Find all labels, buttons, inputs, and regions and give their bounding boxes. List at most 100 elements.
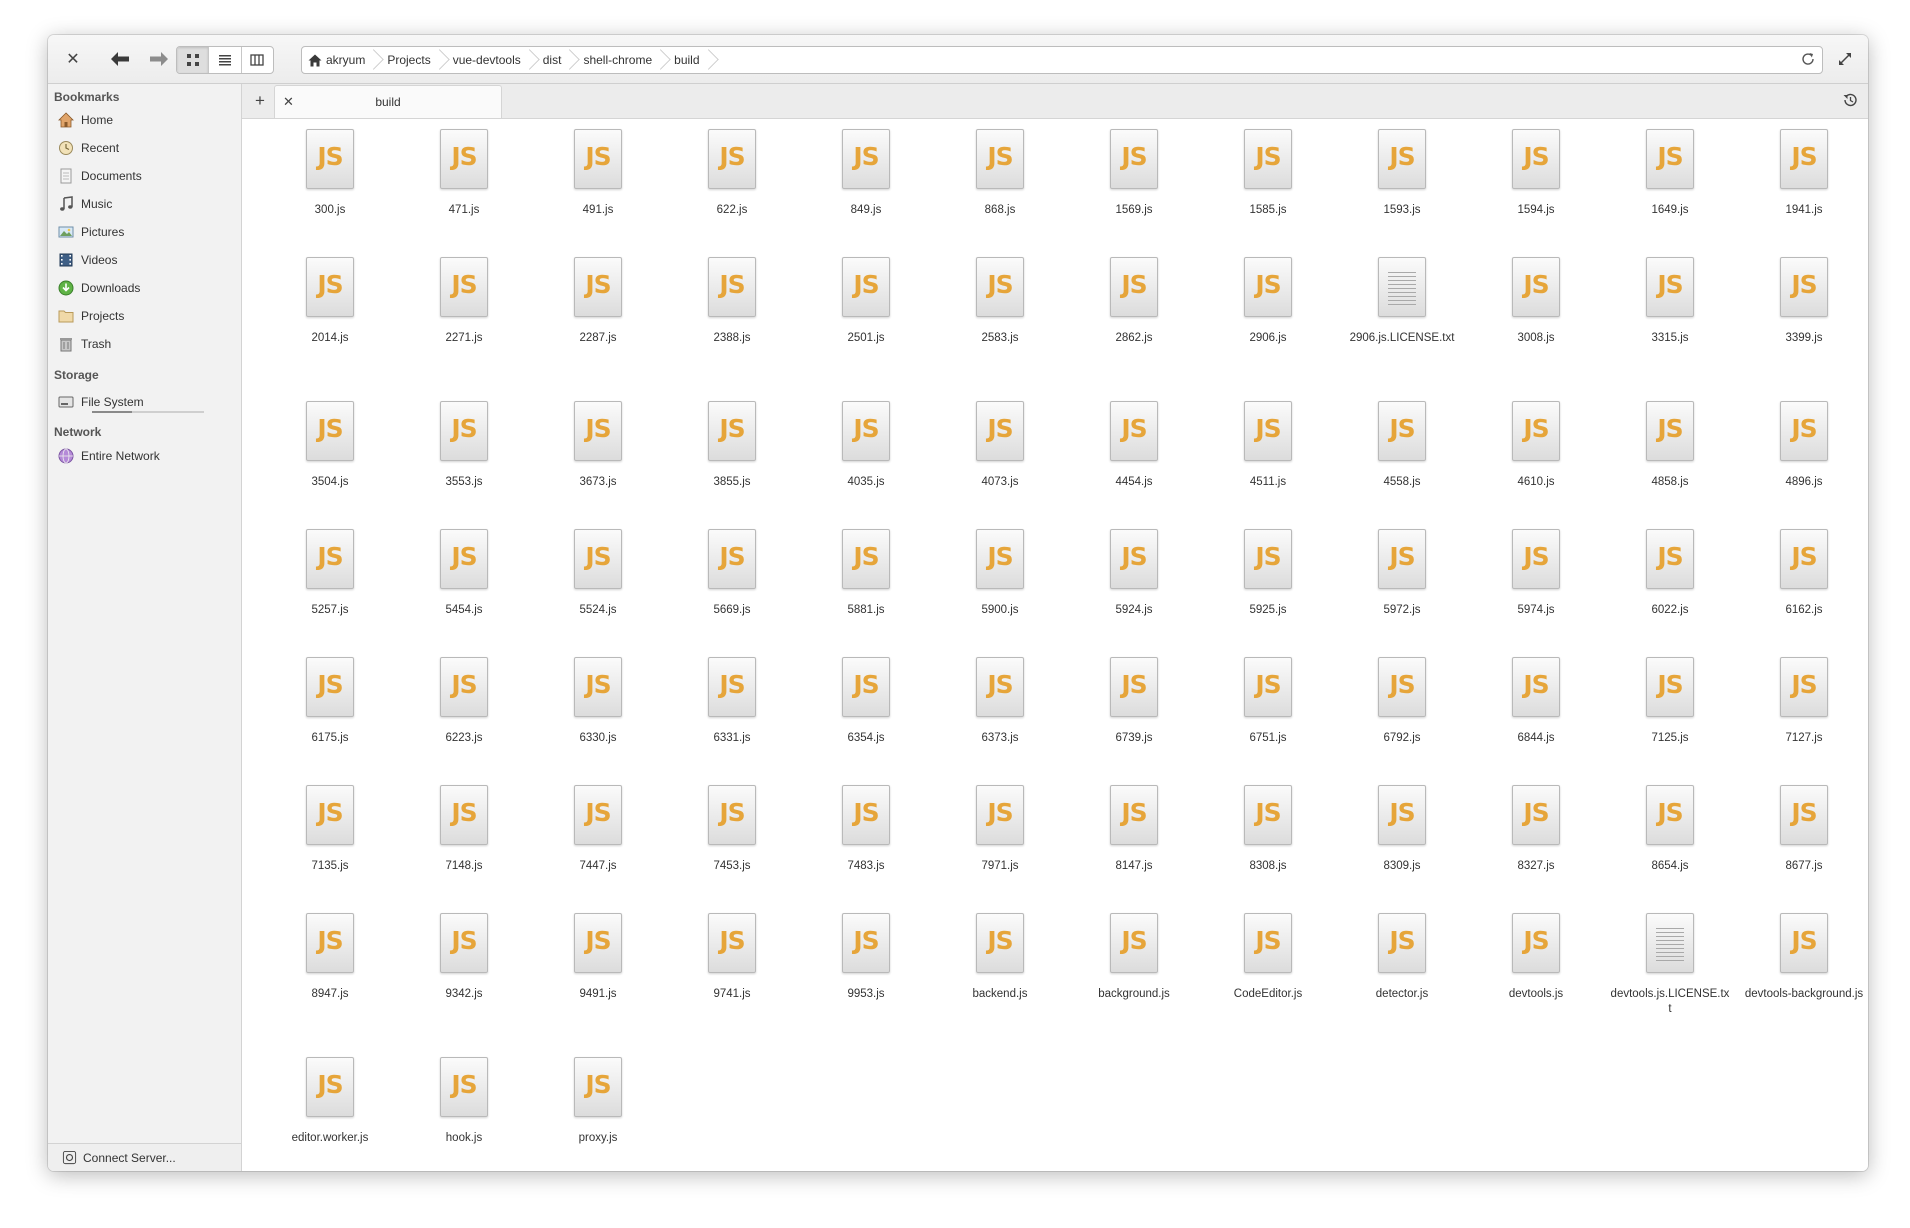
file-item[interactable]: JS devtools-background.js	[1744, 913, 1864, 1002]
file-item[interactable]: JS 7148.js	[404, 785, 524, 874]
file-item[interactable]: JS 491.js	[538, 129, 658, 218]
file-item[interactable]: JS 7453.js	[672, 785, 792, 874]
file-item[interactable]: JS 868.js	[940, 129, 1060, 218]
file-item[interactable]: JS 9741.js	[672, 913, 792, 1002]
file-item[interactable]: JS 5972.js	[1342, 529, 1462, 618]
forward-button[interactable]	[140, 47, 178, 71]
reload-icon[interactable]	[1800, 51, 1816, 67]
file-item[interactable]: JS 5881.js	[806, 529, 926, 618]
file-item[interactable]: JS 3399.js	[1744, 257, 1864, 346]
file-item[interactable]: JS 6022.js	[1610, 529, 1730, 618]
new-tab-button[interactable]: +	[250, 90, 270, 112]
file-item[interactable]: JS 8947.js	[270, 913, 390, 1002]
file-item[interactable]: JS 8677.js	[1744, 785, 1864, 874]
sidebar-item-documents[interactable]: Documents	[58, 165, 233, 187]
file-item[interactable]: devtools.js.LICENSE.txt	[1610, 913, 1730, 1017]
column-view-button[interactable]	[242, 47, 273, 73]
file-item[interactable]: JS 6330.js	[538, 657, 658, 746]
file-item[interactable]: JS 4511.js	[1208, 401, 1328, 490]
file-item[interactable]: JS 9953.js	[806, 913, 926, 1002]
file-item[interactable]: JS 6373.js	[940, 657, 1060, 746]
file-item[interactable]: JS 2014.js	[270, 257, 390, 346]
file-item[interactable]: JS 3855.js	[672, 401, 792, 490]
file-item[interactable]: JS 5669.js	[672, 529, 792, 618]
file-item[interactable]: JS 7971.js	[940, 785, 1060, 874]
file-item[interactable]: JS 1941.js	[1744, 129, 1864, 218]
file-item[interactable]: JS 6162.js	[1744, 529, 1864, 618]
file-item[interactable]: JS backend.js	[940, 913, 1060, 1002]
file-item[interactable]: JS 7483.js	[806, 785, 926, 874]
file-item[interactable]: JS 1569.js	[1074, 129, 1194, 218]
file-item[interactable]: JS editor.worker.js	[270, 1057, 390, 1146]
sidebar-item-home[interactable]: Home	[58, 109, 233, 131]
file-item[interactable]: JS 622.js	[672, 129, 792, 218]
file-item[interactable]: JS 2287.js	[538, 257, 658, 346]
file-item[interactable]: JS 471.js	[404, 129, 524, 218]
file-item[interactable]: JS 5454.js	[404, 529, 524, 618]
closed-tabs-history-button[interactable]	[1842, 92, 1858, 113]
file-item[interactable]: JS 9342.js	[404, 913, 524, 1002]
file-item[interactable]: JS 6175.js	[270, 657, 390, 746]
file-item[interactable]: JS 6844.js	[1476, 657, 1596, 746]
file-item[interactable]: JS 4035.js	[806, 401, 926, 490]
breadcrumb-shell-chrome[interactable]: shell-chrome	[573, 47, 664, 73]
file-item[interactable]: JS 2271.js	[404, 257, 524, 346]
sidebar-item-music[interactable]: Music	[58, 193, 233, 215]
back-button[interactable]	[101, 47, 139, 71]
file-item[interactable]: JS 6792.js	[1342, 657, 1462, 746]
file-item[interactable]: JS 2862.js	[1074, 257, 1194, 346]
file-item[interactable]: JS hook.js	[404, 1057, 524, 1146]
file-item[interactable]: JS 7135.js	[270, 785, 390, 874]
file-item[interactable]: JS detector.js	[1342, 913, 1462, 1002]
sidebar-item-file-system[interactable]: File System	[58, 388, 233, 416]
file-item[interactable]: JS 1593.js	[1342, 129, 1462, 218]
file-item[interactable]: JS 7125.js	[1610, 657, 1730, 746]
file-item[interactable]: JS 1649.js	[1610, 129, 1730, 218]
file-item[interactable]: JS 8654.js	[1610, 785, 1730, 874]
sidebar-item-projects[interactable]: Projects	[58, 305, 233, 327]
icon-view-button[interactable]	[177, 47, 210, 73]
file-item[interactable]: JS 4558.js	[1342, 401, 1462, 490]
sidebar-item-pictures[interactable]: Pictures	[58, 221, 233, 243]
file-item[interactable]: JS 5524.js	[538, 529, 658, 618]
file-item[interactable]: JS 2501.js	[806, 257, 926, 346]
file-item[interactable]: JS 3673.js	[538, 401, 658, 490]
file-item[interactable]: JS 3008.js	[1476, 257, 1596, 346]
file-item[interactable]: JS 4896.js	[1744, 401, 1864, 490]
list-view-button[interactable]	[209, 47, 242, 73]
fullscreen-button[interactable]	[1834, 47, 1856, 71]
tab-build[interactable]: ✕ build	[274, 85, 502, 118]
file-item[interactable]: JS 6223.js	[404, 657, 524, 746]
connect-server-button[interactable]: Connect Server...	[48, 1143, 241, 1171]
file-item[interactable]: JS 6331.js	[672, 657, 792, 746]
breadcrumb-dist[interactable]: dist	[533, 47, 574, 73]
breadcrumb-projects[interactable]: Projects	[377, 47, 442, 73]
file-item[interactable]: JS CodeEditor.js	[1208, 913, 1328, 1002]
sidebar-item-entire-network[interactable]: Entire Network	[58, 445, 233, 467]
file-item[interactable]: JS 7127.js	[1744, 657, 1864, 746]
file-item[interactable]: JS 4454.js	[1074, 401, 1194, 490]
file-item[interactable]: JS 4073.js	[940, 401, 1060, 490]
file-item[interactable]: JS 8147.js	[1074, 785, 1194, 874]
file-item[interactable]: JS 4610.js	[1476, 401, 1596, 490]
file-item[interactable]: JS 9491.js	[538, 913, 658, 1002]
sidebar-item-trash[interactable]: Trash	[58, 333, 233, 355]
file-item[interactable]: JS 300.js	[270, 129, 390, 218]
file-item[interactable]: JS 4858.js	[1610, 401, 1730, 490]
file-item[interactable]: JS 6739.js	[1074, 657, 1194, 746]
file-item[interactable]: JS 3315.js	[1610, 257, 1730, 346]
file-item[interactable]: JS 5924.js	[1074, 529, 1194, 618]
file-item[interactable]: JS 6354.js	[806, 657, 926, 746]
file-item[interactable]: JS 8308.js	[1208, 785, 1328, 874]
file-item[interactable]: JS background.js	[1074, 913, 1194, 1002]
file-item[interactable]: JS 5900.js	[940, 529, 1060, 618]
file-item[interactable]: JS 849.js	[806, 129, 926, 218]
breadcrumb-build[interactable]: build	[664, 47, 711, 73]
sidebar-item-recent[interactable]: Recent	[58, 137, 233, 159]
file-item[interactable]: JS 3553.js	[404, 401, 524, 490]
file-item[interactable]: JS 5925.js	[1208, 529, 1328, 618]
file-item[interactable]: JS 3504.js	[270, 401, 390, 490]
file-item[interactable]: JS proxy.js	[538, 1057, 658, 1146]
location-bar[interactable]: akryum Projects vue-devtools dist shell-…	[301, 46, 1823, 74]
file-item[interactable]: JS 2388.js	[672, 257, 792, 346]
